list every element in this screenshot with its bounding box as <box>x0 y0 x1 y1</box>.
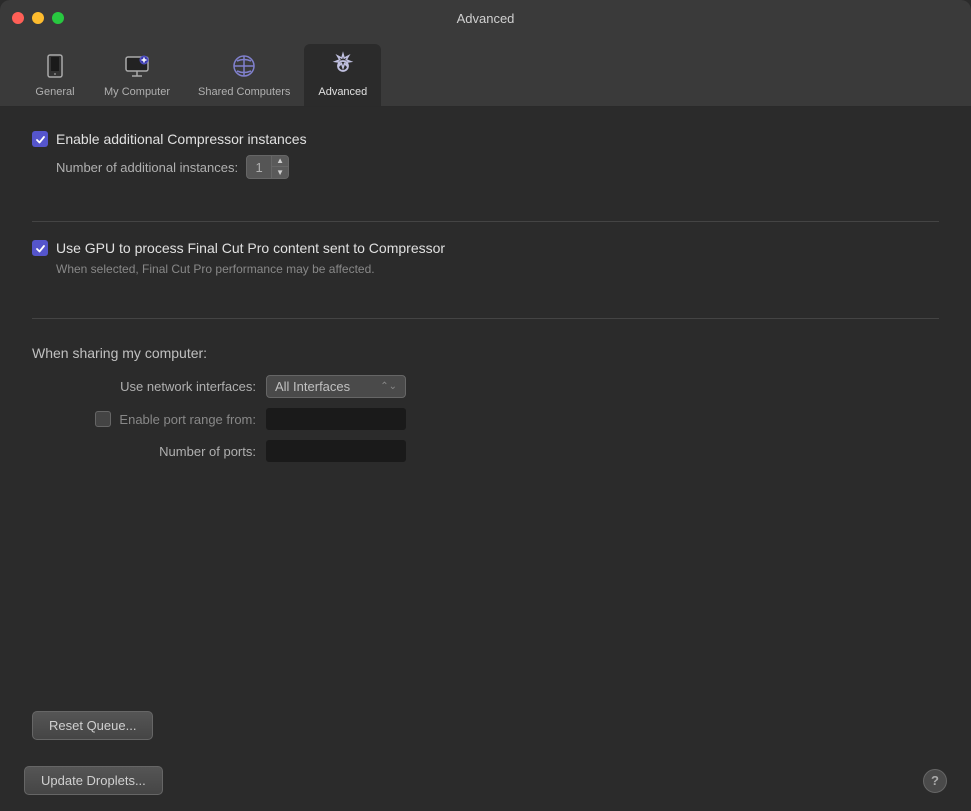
stepper-down-button[interactable]: ▼ <box>272 167 288 178</box>
stepper-buttons: ▲ ▼ <box>271 156 288 178</box>
maximize-button[interactable] <box>52 12 64 24</box>
reset-queue-button[interactable]: Reset Queue... <box>32 711 153 740</box>
divider-1 <box>32 221 939 222</box>
num-ports-label: Number of ports: <box>56 444 256 459</box>
network-interfaces-row: Use network interfaces: All Interfaces ⌃… <box>56 375 939 398</box>
compressor-instances-label: Enable additional Compressor instances <box>56 131 307 147</box>
num-ports-row: Number of ports: <box>56 440 939 462</box>
shared-computers-icon <box>228 50 260 82</box>
port-range-row: Enable port range from: <box>56 408 939 430</box>
toolbar: General My Computer Shared <box>0 36 971 107</box>
compressor-instances-checkbox[interactable] <box>32 131 48 147</box>
gpu-checkbox-row: Use GPU to process Final Cut Pro content… <box>32 240 939 256</box>
general-icon <box>39 50 71 82</box>
reset-queue-row: Reset Queue... <box>32 711 939 740</box>
tab-my-computer[interactable]: My Computer <box>90 44 184 106</box>
port-range-checkbox[interactable] <box>95 411 111 427</box>
advanced-icon <box>327 50 359 82</box>
port-range-input[interactable] <box>266 408 406 430</box>
num-ports-input[interactable] <box>266 440 406 462</box>
close-button[interactable] <box>12 12 24 24</box>
main-content: Enable additional Compressor instances N… <box>0 107 971 691</box>
dropdown-arrow-icon: ⌃⌄ <box>380 381 397 392</box>
tab-shared-computers[interactable]: Shared Computers <box>184 44 304 106</box>
stepper-up-button[interactable]: ▲ <box>272 156 288 167</box>
network-interfaces-value: All Interfaces <box>275 379 350 394</box>
network-interfaces-dropdown[interactable]: All Interfaces ⌃⌄ <box>266 375 406 398</box>
instances-label: Number of additional instances: <box>56 160 238 175</box>
port-range-label: Enable port range from: <box>119 412 256 427</box>
tab-my-computer-label: My Computer <box>104 86 170 98</box>
help-button[interactable]: ? <box>923 769 947 793</box>
window-controls <box>12 12 64 24</box>
buttons-area: Reset Queue... <box>0 691 971 750</box>
tab-general[interactable]: General <box>20 44 90 106</box>
gpu-section: Use GPU to process Final Cut Pro content… <box>32 240 939 276</box>
tab-advanced[interactable]: Advanced <box>304 44 381 106</box>
window-title: Advanced <box>457 11 515 26</box>
gpu-sublabel: When selected, Final Cut Pro performance… <box>56 262 939 276</box>
title-bar: Advanced <box>0 0 971 36</box>
tab-general-label: General <box>35 86 74 98</box>
divider-2 <box>32 318 939 319</box>
compressor-instances-row: Enable additional Compressor instances <box>32 131 939 147</box>
port-range-checkbox-area: Enable port range from: <box>56 411 256 427</box>
sharing-section: When sharing my computer: Use network in… <box>32 345 939 472</box>
instances-count-row: Number of additional instances: 1 ▲ ▼ <box>56 155 939 179</box>
tab-shared-computers-label: Shared Computers <box>198 86 290 98</box>
gpu-checkbox[interactable] <box>32 240 48 256</box>
gpu-label: Use GPU to process Final Cut Pro content… <box>56 240 445 256</box>
update-droplets-button[interactable]: Update Droplets... <box>24 766 163 795</box>
minimize-button[interactable] <box>32 12 44 24</box>
tab-advanced-label: Advanced <box>318 86 367 98</box>
bottom-bar: Update Droplets... ? <box>0 750 971 811</box>
sharing-title: When sharing my computer: <box>32 345 939 361</box>
stepper-value: 1 <box>247 160 271 175</box>
my-computer-icon <box>121 50 153 82</box>
instances-stepper[interactable]: 1 ▲ ▼ <box>246 155 289 179</box>
network-interfaces-label: Use network interfaces: <box>56 379 256 394</box>
